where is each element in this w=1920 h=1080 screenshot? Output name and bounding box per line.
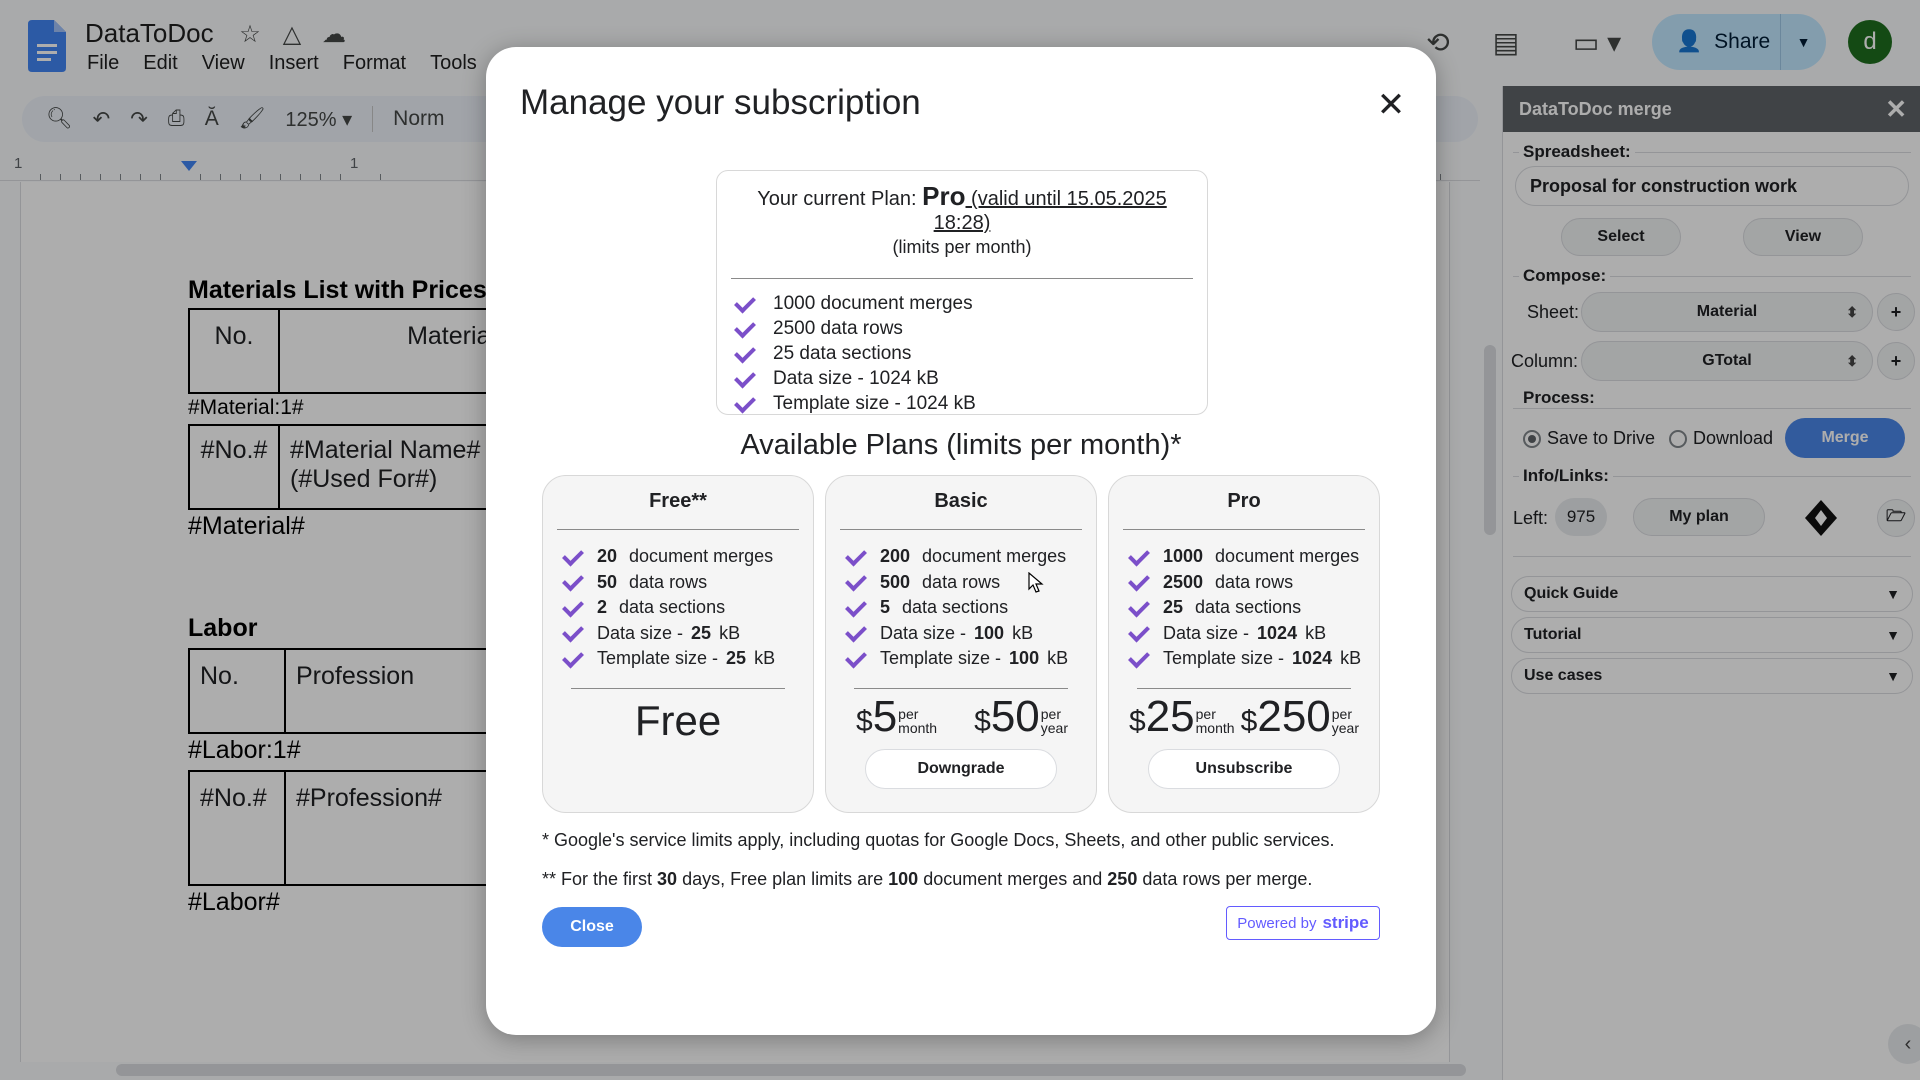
plan-card-pro: Pro 1000 document merges 2500 data rows 25… bbox=[1108, 475, 1380, 813]
plan-valid-until: (valid until 15.05.2025 18:28) bbox=[933, 188, 1167, 234]
check-icon bbox=[563, 601, 585, 615]
check-icon bbox=[846, 601, 868, 615]
list-item: Template size -1024 kB bbox=[1125, 646, 1379, 672]
powered-by-stripe-badge[interactable]: Powered by stripe bbox=[1226, 906, 1380, 940]
list-item: 2500 data rows bbox=[1125, 570, 1379, 596]
yearly-price: $250 per year bbox=[1240, 691, 1359, 741]
list-item: Data size -25 kB bbox=[559, 621, 813, 647]
check-icon bbox=[563, 575, 585, 589]
check-icon bbox=[846, 575, 868, 589]
list-item: Data size -1024 kB bbox=[1125, 621, 1379, 647]
plan-card-basic: Basic 200 document merges 500 data rows 5d… bbox=[825, 475, 1097, 813]
yearly-price: $50 per year bbox=[974, 691, 1068, 741]
list-item: Template size -100 kB bbox=[842, 646, 1096, 672]
list-item: 25 data sections bbox=[1125, 595, 1379, 621]
check-icon bbox=[735, 347, 757, 361]
check-icon bbox=[735, 372, 757, 386]
downgrade-button[interactable]: Downgrade bbox=[865, 748, 1057, 789]
monthly-price: $5 per month bbox=[856, 691, 938, 741]
footnote-trial: ** For the first 30 days, Free plan limi… bbox=[542, 869, 1313, 889]
list-item: 500 data rows bbox=[842, 570, 1096, 596]
list-item: 200 document merges bbox=[842, 544, 1096, 570]
mouse-cursor-icon bbox=[1028, 572, 1044, 593]
check-icon bbox=[563, 550, 585, 564]
check-icon bbox=[563, 626, 585, 640]
check-icon bbox=[735, 397, 757, 411]
plan-name: Basic bbox=[934, 490, 988, 512]
list-item: 1000 document merges bbox=[1125, 544, 1379, 570]
current-plan-box: Your current Plan: Pro (valid until 15.0… bbox=[716, 170, 1208, 415]
check-icon bbox=[846, 550, 868, 564]
check-icon bbox=[846, 626, 868, 640]
current-plan-subtitle: (limits per month) bbox=[892, 237, 1032, 257]
list-item: 2 data sections bbox=[559, 595, 813, 621]
subscription-dialog: Manage your subscription ✕ Your current … bbox=[486, 47, 1436, 1035]
current-plan-line: Your current Plan: Pro (valid until 15.0… bbox=[757, 181, 1167, 234]
list-item: 2500 data rows bbox=[731, 316, 1193, 341]
plan-price: Free bbox=[634, 696, 722, 744]
close-button[interactable]: Close bbox=[542, 907, 642, 947]
check-icon bbox=[563, 652, 585, 666]
list-item: Template size -25 kB bbox=[559, 646, 813, 672]
check-icon bbox=[1129, 550, 1151, 564]
dialog-title: Manage your subscription bbox=[520, 83, 921, 122]
list-item: 5 data sections bbox=[842, 595, 1096, 621]
plan-card-free: Free** 20 document merges 50 data rows 2 da… bbox=[542, 475, 814, 813]
plan-name: Pro bbox=[1227, 490, 1261, 512]
monthly-price: $25 per month bbox=[1129, 691, 1235, 741]
check-icon bbox=[1129, 626, 1151, 640]
available-plans-title: Available Plans (limits per month)* bbox=[740, 429, 1182, 461]
unsubscribe-button[interactable]: Unsubscribe bbox=[1148, 748, 1340, 789]
check-icon bbox=[1129, 575, 1151, 589]
current-plan-name: Pro bbox=[922, 181, 966, 211]
list-item: Data size -100 kB bbox=[842, 621, 1096, 647]
check-icon bbox=[735, 322, 757, 336]
close-icon[interactable]: ✕ bbox=[1373, 86, 1409, 124]
list-item: Data size - 1024 kB bbox=[731, 366, 1193, 391]
list-item: 50 data rows bbox=[559, 570, 813, 596]
check-icon bbox=[735, 297, 757, 311]
check-icon bbox=[1129, 652, 1151, 666]
footnote-limits: * Google's service limits apply, includi… bbox=[542, 830, 1335, 850]
check-icon bbox=[846, 652, 868, 666]
plan-name: Free** bbox=[649, 490, 707, 512]
check-icon bbox=[1129, 601, 1151, 615]
list-item: 20 document merges bbox=[559, 544, 813, 570]
list-item: Template size - 1024 kB bbox=[731, 391, 1193, 416]
list-item: 1000 document merges bbox=[731, 291, 1193, 316]
list-item: 25 data sections bbox=[731, 341, 1193, 366]
stripe-logo: stripe bbox=[1322, 913, 1369, 932]
